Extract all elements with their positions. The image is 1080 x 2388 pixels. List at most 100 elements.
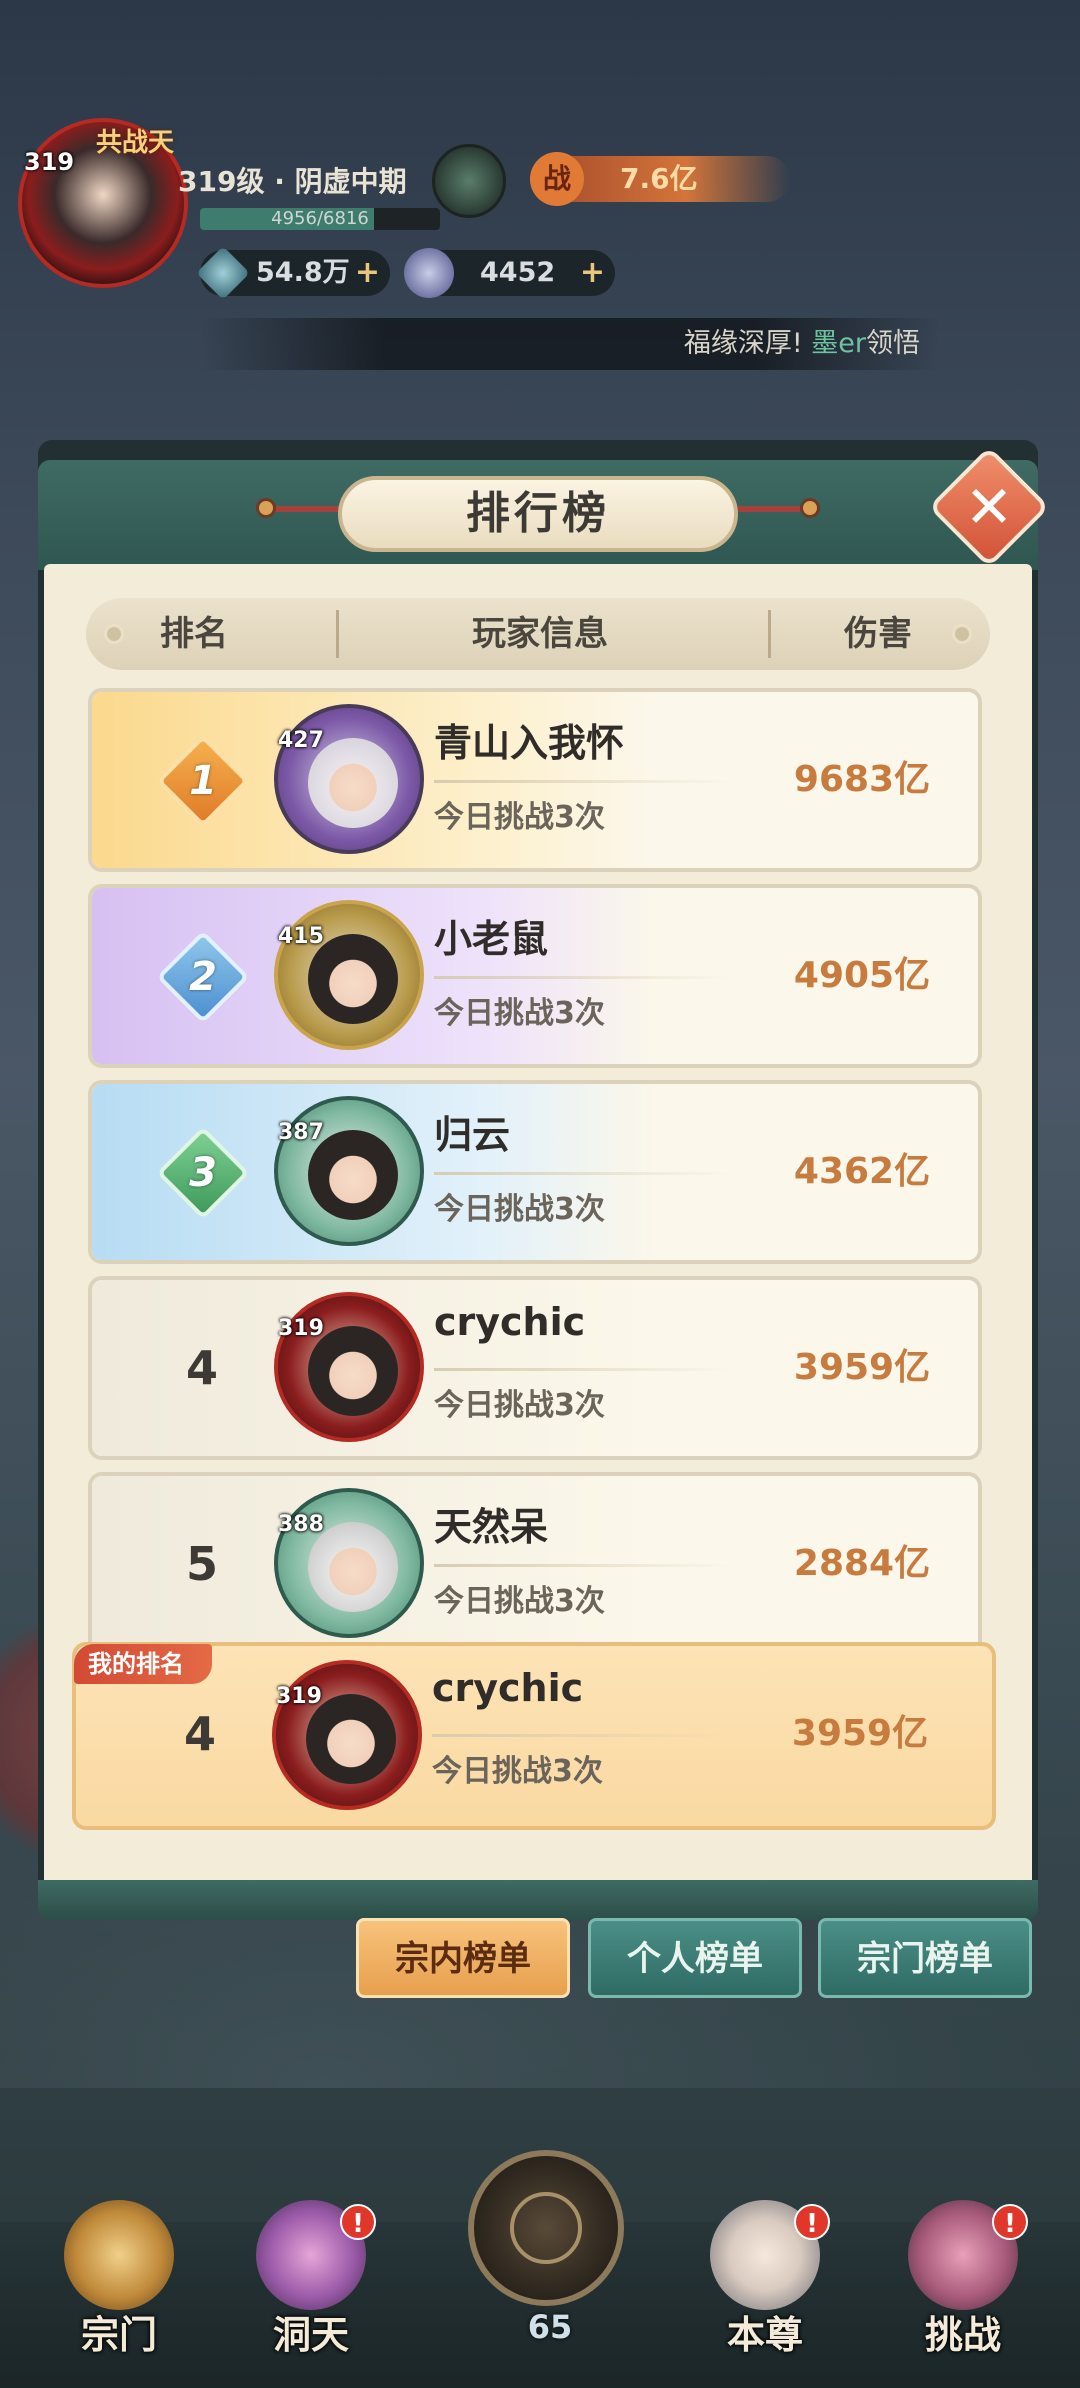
damage-value: 3959亿 [793, 1347, 931, 1388]
compass-icon [510, 2192, 582, 2264]
player-avatar[interactable] [274, 1488, 424, 1638]
notification-badge: ! [794, 2204, 830, 2240]
column-header: 排名 玩家信息 伤害 [86, 598, 990, 670]
damage-value: 9683亿 [793, 759, 931, 800]
player-avatar[interactable] [274, 1096, 424, 1246]
rank-number: 3 [189, 1150, 217, 1196]
tab-personal[interactable]: 个人榜单 [588, 1918, 802, 1998]
column-divider [768, 610, 771, 658]
player-level: 319 [24, 148, 75, 176]
player-name: 归云 [434, 1113, 511, 1157]
my-level: 319 [276, 1684, 322, 1709]
jade-add-button[interactable]: + [355, 250, 380, 296]
my-avatar[interactable] [272, 1660, 422, 1810]
center-count: 65 [527, 2308, 573, 2346]
nav-self[interactable]: ! 本尊 [690, 2200, 840, 2360]
nav-challenge[interactable]: ! 挑战 [888, 2200, 1038, 2360]
player-name: crychic [434, 1300, 586, 1344]
header-dot-right-icon [952, 624, 972, 644]
knot-left-icon [256, 498, 276, 518]
player-level: 415 [278, 924, 324, 949]
ticker-name: 墨er [811, 328, 866, 359]
tab-sect[interactable]: 宗门榜单 [818, 1918, 1032, 1998]
ranking-list[interactable]: 1 427 青山入我怀 今日挑战3次 9683亿 2 415 小老鼠 今日挑战3… [88, 688, 982, 1648]
header-dot-left-icon [104, 624, 124, 644]
row-divider [432, 1734, 732, 1737]
nav-cave-label: 洞天 [272, 2313, 349, 2357]
challenge-count: 今日挑战3次 [434, 1388, 605, 1423]
ticker-suffix: 领悟 [866, 328, 920, 359]
coin-icon [404, 248, 454, 298]
rank-number: 2 [189, 954, 217, 1000]
challenge-count: 今日挑战3次 [434, 1584, 605, 1619]
ticker-prefix: 福缘深厚! [683, 328, 803, 359]
row-divider [434, 1564, 734, 1567]
gourd-icon[interactable] [432, 144, 506, 218]
rank-number: 5 [185, 1537, 218, 1591]
player-avatar[interactable] [274, 1292, 424, 1442]
column-player: 玩家信息 [472, 614, 608, 654]
panel-title: 排行榜 [338, 476, 738, 552]
ranking-row[interactable]: 4 319 crychic 今日挑战3次 3959亿 [88, 1276, 982, 1460]
jade-icon [196, 246, 250, 300]
row-divider [434, 976, 734, 979]
exp-bar: 4956/6816 [200, 208, 440, 230]
my-rank-tag: 我的排名 [74, 1644, 212, 1684]
player-avatar[interactable] [274, 900, 424, 1050]
news-ticker: 福缘深厚! 墨er领悟 [200, 318, 940, 370]
my-challenge-count: 今日挑战3次 [432, 1754, 603, 1789]
column-rank: 排名 [160, 614, 228, 654]
coin-resource[interactable]: 4452 + [404, 248, 615, 298]
tab-sect-internal[interactable]: 宗内榜单 [356, 1918, 570, 1998]
damage-value: 4362亿 [793, 1151, 931, 1192]
challenge-count: 今日挑战3次 [434, 1192, 605, 1227]
nav-sect[interactable]: 宗门 [44, 2200, 194, 2360]
leaderboard-panel: 排行榜 ✕ 排名 玩家信息 伤害 1 427 青山入我怀 今日挑战3次 9683… [38, 440, 1050, 1920]
player-avatar[interactable] [274, 704, 424, 854]
challenge-count: 今日挑战3次 [434, 800, 605, 835]
my-name: crychic [432, 1666, 584, 1710]
jade-resource[interactable]: 54.8万 + [196, 246, 390, 300]
row-divider [434, 780, 734, 783]
battle-icon: 战 [530, 152, 584, 206]
damage-value: 4905亿 [793, 955, 931, 996]
rank-number: 4 [185, 1341, 218, 1395]
player-name: 天然呆 [434, 1505, 549, 1549]
ranking-row[interactable]: 3 387 归云 今日挑战3次 4362亿 [88, 1080, 982, 1264]
combat-power: 战 7.6亿 [530, 152, 790, 206]
player-level: 319 [278, 1316, 324, 1341]
player-level: 388 [278, 1512, 324, 1537]
rank-number: 1 [189, 758, 217, 804]
column-damage: 伤害 [844, 614, 912, 654]
ranking-row[interactable]: 2 415 小老鼠 今日挑战3次 4905亿 [88, 884, 982, 1068]
notification-badge: ! [340, 2204, 376, 2240]
nav-sect-label: 宗门 [80, 2313, 157, 2357]
knot-right-icon [800, 498, 820, 518]
ranking-row[interactable]: 5 388 天然呆 今日挑战3次 2884亿 [88, 1472, 982, 1648]
close-icon[interactable]: ✕ [946, 464, 1032, 550]
avatar-title: 共战天 [96, 128, 175, 158]
coin-value: 4452 [480, 257, 556, 288]
player-avatar[interactable]: 319 共战天 [8, 108, 198, 298]
nav-challenge-label: 挑战 [924, 2313, 1001, 2357]
my-damage-value: 3959亿 [791, 1713, 929, 1754]
ranking-row[interactable]: 1 427 青山入我怀 今日挑战3次 9683亿 [88, 688, 982, 872]
row-divider [434, 1172, 734, 1175]
pagoda-icon [64, 2200, 174, 2310]
column-divider [336, 610, 339, 658]
player-name: 青山入我怀 [434, 721, 625, 765]
notification-badge: ! [992, 2204, 1028, 2240]
nav-self-label: 本尊 [726, 2313, 803, 2357]
player-level: 427 [278, 728, 324, 753]
exp-text: 4956/6816 [271, 208, 369, 229]
row-divider [434, 1368, 734, 1371]
jade-value: 54.8万 [256, 257, 350, 288]
coin-add-button[interactable]: + [580, 250, 605, 296]
player-level: 387 [278, 1120, 324, 1145]
panel-footer [38, 1880, 1038, 1920]
player-name: 小老鼠 [434, 917, 549, 961]
damage-value: 2884亿 [793, 1543, 931, 1584]
combat-power-value: 7.6亿 [620, 162, 698, 195]
nav-cave[interactable]: ! 洞天 [236, 2200, 386, 2360]
challenge-count: 今日挑战3次 [434, 996, 605, 1031]
